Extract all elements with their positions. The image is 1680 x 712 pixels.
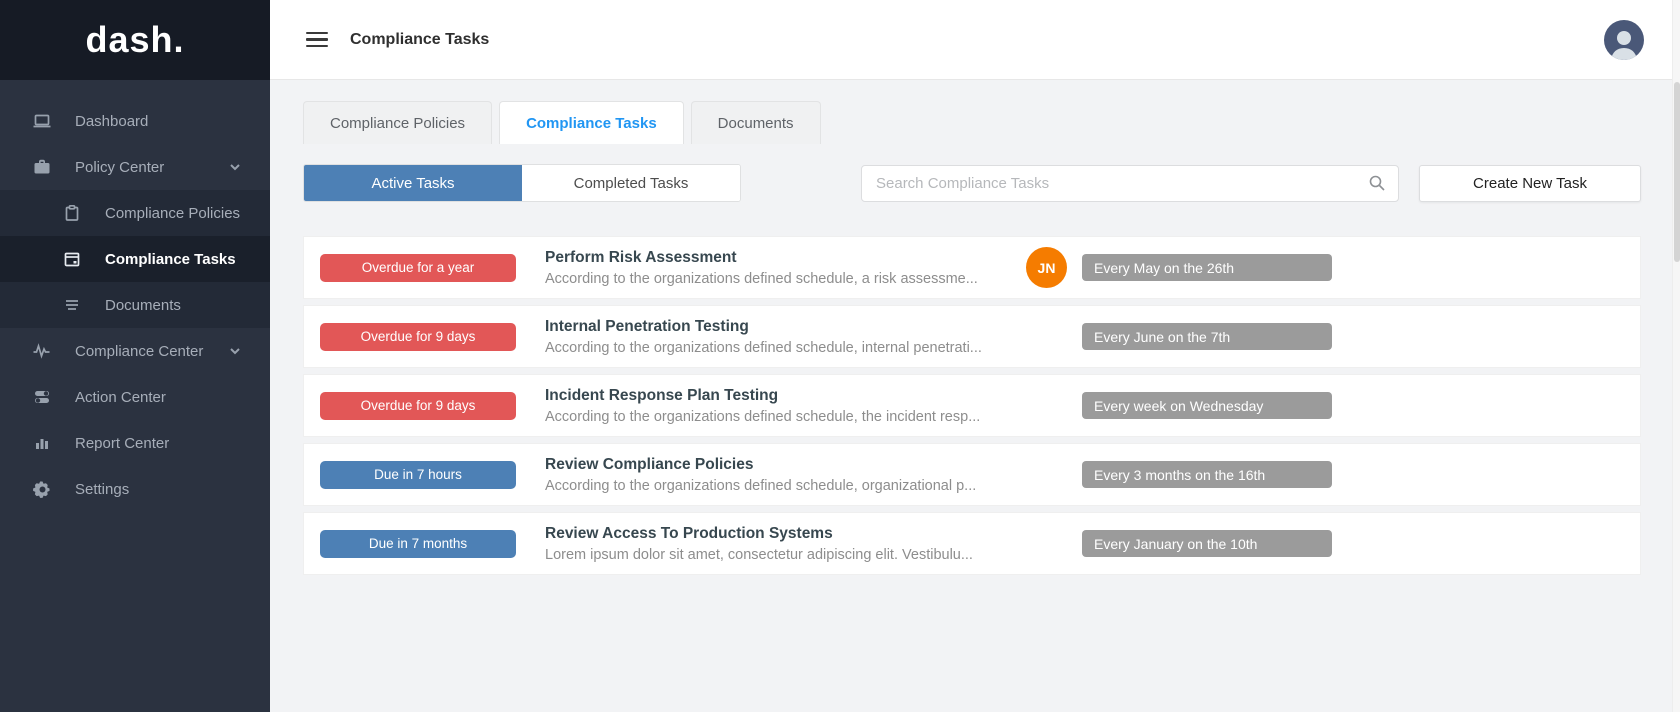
lines-icon xyxy=(62,295,82,315)
logo[interactable]: dash. xyxy=(0,0,270,80)
status-badge: Overdue for 9 days xyxy=(320,323,516,351)
scrollbar-track[interactable] xyxy=(1672,0,1680,712)
task-title: Perform Risk Assessment xyxy=(545,249,1026,267)
sidebar-item-label: Dashboard xyxy=(75,113,148,130)
task-row[interactable]: Due in 7 hours Review Compliance Policie… xyxy=(303,443,1641,506)
task-filter-toggle: Active Tasks Completed Tasks xyxy=(303,164,741,202)
sidebar-item-dashboard[interactable]: Dashboard xyxy=(0,98,270,144)
sidebar-item-settings[interactable]: Settings xyxy=(0,466,270,512)
task-description: According to the organizations defined s… xyxy=(545,409,1026,425)
person-icon xyxy=(1607,26,1641,60)
sidebar-nav: Dashboard Policy Center Compliance Polic… xyxy=(0,80,270,512)
schedule-badge: Every week on Wednesday xyxy=(1082,392,1332,419)
schedule-badge: Every 3 months on the 16th xyxy=(1082,461,1332,488)
sidebar-item-compliance-policies[interactable]: Compliance Policies xyxy=(0,190,270,236)
tab-bar: Compliance Policies Compliance Tasks Doc… xyxy=(303,101,1641,144)
task-row[interactable]: Overdue for a year Perform Risk Assessme… xyxy=(303,236,1641,299)
task-row[interactable]: Due in 7 months Review Access To Product… xyxy=(303,512,1641,575)
task-title: Incident Response Plan Testing xyxy=(545,387,1026,405)
status-badge: Overdue for a year xyxy=(320,254,516,282)
status-badge: Due in 7 months xyxy=(320,530,516,558)
task-title: Review Access To Production Systems xyxy=(545,525,1026,543)
sidebar-item-action-center[interactable]: Action Center xyxy=(0,374,270,420)
sidebar-item-label: Policy Center xyxy=(75,159,164,176)
toggles-icon xyxy=(32,387,52,407)
sidebar-item-policy-center[interactable]: Policy Center xyxy=(0,144,270,190)
active-tasks-toggle[interactable]: Active Tasks xyxy=(304,165,522,201)
sidebar-item-label: Compliance Center xyxy=(75,343,203,360)
calendar-icon xyxy=(62,249,82,269)
sidebar-item-label: Action Center xyxy=(75,389,166,406)
tab-documents[interactable]: Documents xyxy=(691,101,821,144)
assignee-avatar[interactable]: JN xyxy=(1026,247,1067,288)
policy-center-submenu: Compliance Policies Compliance Tasks Doc… xyxy=(0,190,270,328)
scrollbar-thumb[interactable] xyxy=(1674,82,1680,262)
chevron-down-icon xyxy=(228,160,242,178)
chevron-down-icon xyxy=(228,344,242,362)
briefcase-icon xyxy=(32,157,52,177)
hamburger-menu-icon[interactable] xyxy=(306,28,328,52)
filter-row: Active Tasks Completed Tasks Create New … xyxy=(303,164,1641,202)
clipboard-icon xyxy=(62,203,82,223)
sidebar-item-compliance-tasks[interactable]: Compliance Tasks xyxy=(0,236,270,282)
sidebar-item-label: Documents xyxy=(105,297,181,314)
search-input[interactable] xyxy=(876,175,1368,192)
task-row[interactable]: Overdue for 9 days Incident Response Pla… xyxy=(303,374,1641,437)
task-title: Review Compliance Policies xyxy=(545,456,1026,474)
task-list: Overdue for a year Perform Risk Assessme… xyxy=(303,236,1641,575)
task-description: According to the organizations defined s… xyxy=(545,478,1026,494)
status-badge: Due in 7 hours xyxy=(320,461,516,489)
task-description: According to the organizations defined s… xyxy=(545,271,1026,287)
tab-compliance-policies[interactable]: Compliance Policies xyxy=(303,101,492,144)
task-row[interactable]: Overdue for 9 days Internal Penetration … xyxy=(303,305,1641,368)
sidebar-item-label: Compliance Policies xyxy=(105,205,240,222)
page-title: Compliance Tasks xyxy=(350,31,489,49)
logo-text: dash. xyxy=(85,19,184,61)
sidebar-item-documents[interactable]: Documents xyxy=(0,282,270,328)
main-content: Compliance Policies Compliance Tasks Doc… xyxy=(270,81,1672,712)
sidebar-item-report-center[interactable]: Report Center xyxy=(0,420,270,466)
sidebar-item-label: Compliance Tasks xyxy=(105,251,236,268)
schedule-badge: Every January on the 10th xyxy=(1082,530,1332,557)
create-new-task-button[interactable]: Create New Task xyxy=(1419,165,1641,202)
tab-compliance-tasks[interactable]: Compliance Tasks xyxy=(499,101,684,144)
sidebar-item-label: Report Center xyxy=(75,435,169,452)
search-icon xyxy=(1368,174,1386,192)
completed-tasks-toggle[interactable]: Completed Tasks xyxy=(522,165,740,201)
task-description: According to the organizations defined s… xyxy=(545,340,1026,356)
status-badge: Overdue for 9 days xyxy=(320,392,516,420)
laptop-icon xyxy=(32,111,52,131)
schedule-badge: Every June on the 7th xyxy=(1082,323,1332,350)
search-bar xyxy=(861,165,1399,202)
bar-chart-icon xyxy=(32,433,52,453)
topbar: Compliance Tasks xyxy=(270,0,1680,80)
schedule-badge: Every May on the 26th xyxy=(1082,254,1332,281)
sidebar: dash. Dashboard Policy Center Compliance xyxy=(0,0,270,712)
sidebar-item-label: Settings xyxy=(75,481,129,498)
avatar[interactable] xyxy=(1604,20,1644,60)
task-title: Internal Penetration Testing xyxy=(545,318,1026,336)
sidebar-item-compliance-center[interactable]: Compliance Center xyxy=(0,328,270,374)
activity-icon xyxy=(32,341,52,361)
task-description: Lorem ipsum dolor sit amet, consectetur … xyxy=(545,547,1026,563)
gear-icon xyxy=(32,479,52,499)
